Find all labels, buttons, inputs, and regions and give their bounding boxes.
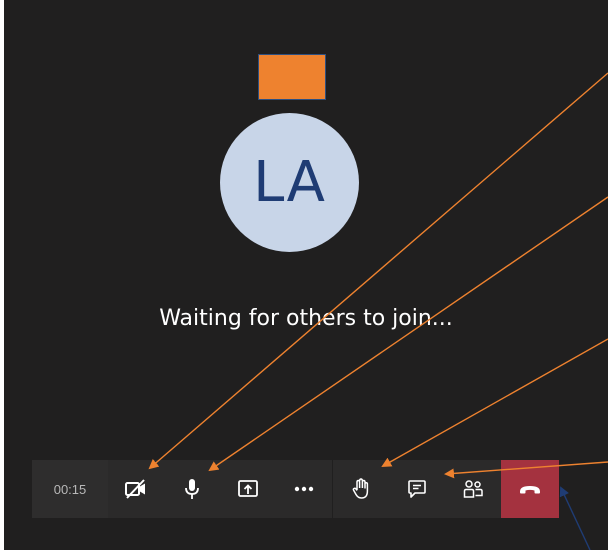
arrow-to-chat: [444, 461, 608, 479]
annotation-arrows: [148, 72, 608, 550]
arrow-to-hang-up: [559, 486, 591, 550]
arrow-to-camera: [148, 72, 608, 470]
arrow-to-raise-hand: [381, 338, 608, 467]
arrow-to-microphone: [208, 196, 608, 472]
